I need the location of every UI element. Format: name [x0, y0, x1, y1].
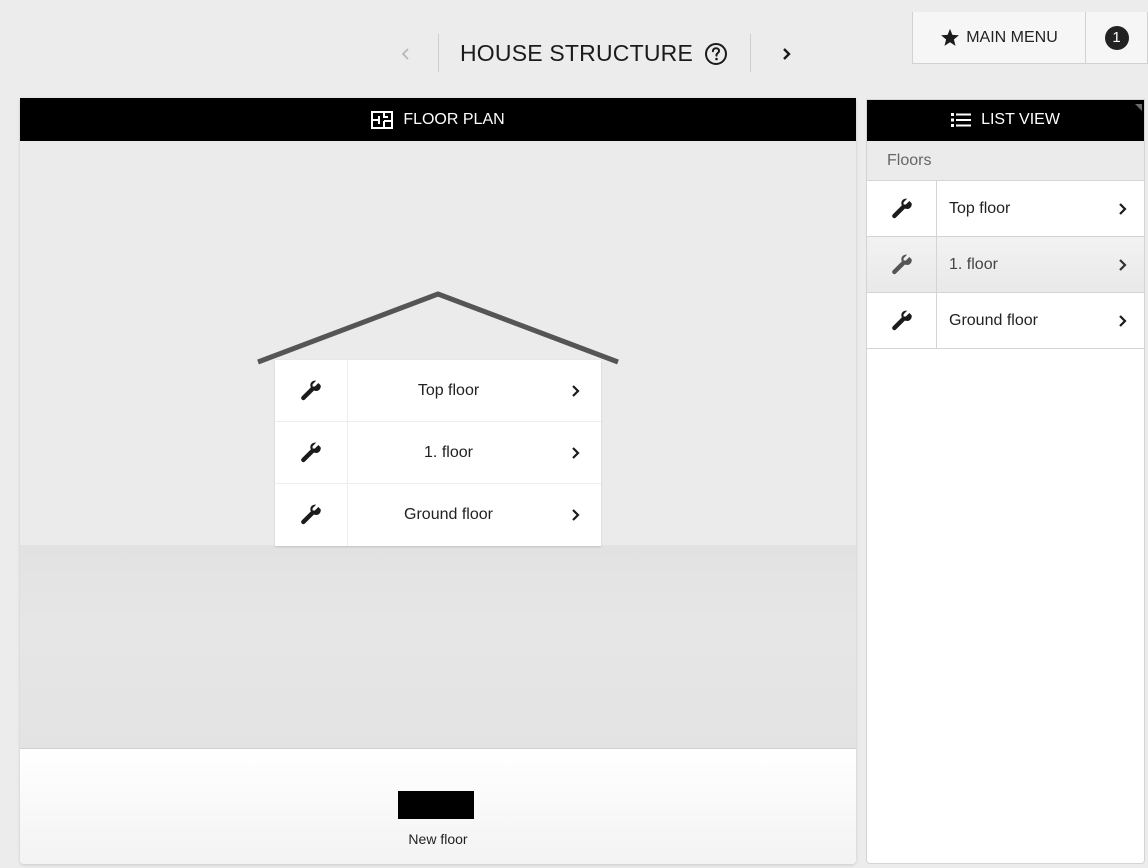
chevron-right-icon — [1100, 314, 1144, 328]
list-view-header: LIST VIEW — [867, 100, 1144, 141]
nav-separator — [750, 34, 751, 72]
chevron-right-icon — [1100, 258, 1144, 272]
list-view-panel: LIST VIEW Floors Top floor 1. floor Grou… — [866, 99, 1145, 864]
new-floor-label: New floor — [408, 831, 468, 847]
list-item-top-floor[interactable]: Top floor — [867, 181, 1144, 237]
list-icon — [951, 113, 972, 127]
chevron-right-icon — [549, 384, 601, 398]
wrench-icon[interactable] — [275, 359, 348, 422]
floor-plan-header: FLOOR PLAN — [20, 98, 856, 141]
chevron-right-icon — [783, 48, 791, 60]
house-floor-1[interactable]: 1. floor — [275, 421, 601, 484]
floor-plan-icon — [371, 110, 394, 129]
new-floor-button[interactable] — [398, 791, 474, 819]
main-menu-label: MAIN MENU — [966, 28, 1058, 46]
house-floor-label: 1. floor — [424, 443, 473, 461]
ground-area — [20, 545, 856, 748]
floors-section-label: Floors — [867, 141, 1144, 181]
floor-plan-footer: New floor — [20, 748, 856, 864]
list-item-ground-floor[interactable]: Ground floor — [867, 293, 1144, 349]
corner-indicator — [1135, 104, 1142, 111]
page-title: HOUSE STRUCTURE — [460, 40, 694, 66]
list-item-label: Ground floor — [949, 311, 1038, 329]
wrench-icon[interactable] — [275, 421, 348, 484]
list-item-1-floor[interactable]: 1. floor — [867, 237, 1144, 293]
chevron-left-icon — [401, 48, 409, 60]
nav-separator — [438, 34, 439, 72]
notifications-button[interactable]: 1 — [1086, 12, 1148, 64]
next-page-button[interactable] — [772, 38, 800, 70]
chevron-right-icon — [549, 508, 601, 522]
floor-plan-panel: FLOOR PLAN Top floor 1. floor Ground flo… — [20, 98, 856, 864]
floor-plan-title: FLOOR PLAN — [403, 110, 505, 128]
wrench-icon[interactable] — [275, 484, 348, 546]
house-floor-top[interactable]: Top floor — [275, 359, 601, 422]
house-floor-label: Ground floor — [404, 506, 493, 523]
list-view-title: LIST VIEW — [981, 111, 1060, 128]
notification-badge: 1 — [1104, 25, 1129, 50]
top-navigation-bar: HOUSE STRUCTURE MAIN MENU 1 — [0, 0, 1148, 96]
chevron-right-icon — [549, 446, 601, 460]
house-floor-list: Top floor 1. floor Ground floor — [275, 359, 601, 546]
house-floor-ground[interactable]: Ground floor — [275, 484, 601, 546]
wrench-icon[interactable] — [867, 181, 937, 236]
house-floor-label: Top floor — [417, 381, 480, 399]
wrench-icon[interactable] — [867, 237, 937, 292]
list-item-label: Top floor — [949, 199, 1011, 217]
question-circle-icon[interactable] — [704, 42, 728, 66]
chevron-right-icon — [1100, 202, 1144, 216]
house-roof — [257, 291, 619, 365]
main-menu-button[interactable]: MAIN MENU — [912, 12, 1086, 64]
star-icon — [941, 28, 960, 46]
wrench-icon[interactable] — [867, 293, 937, 348]
list-item-label: 1. floor — [949, 255, 998, 273]
previous-page-button[interactable] — [392, 38, 420, 70]
